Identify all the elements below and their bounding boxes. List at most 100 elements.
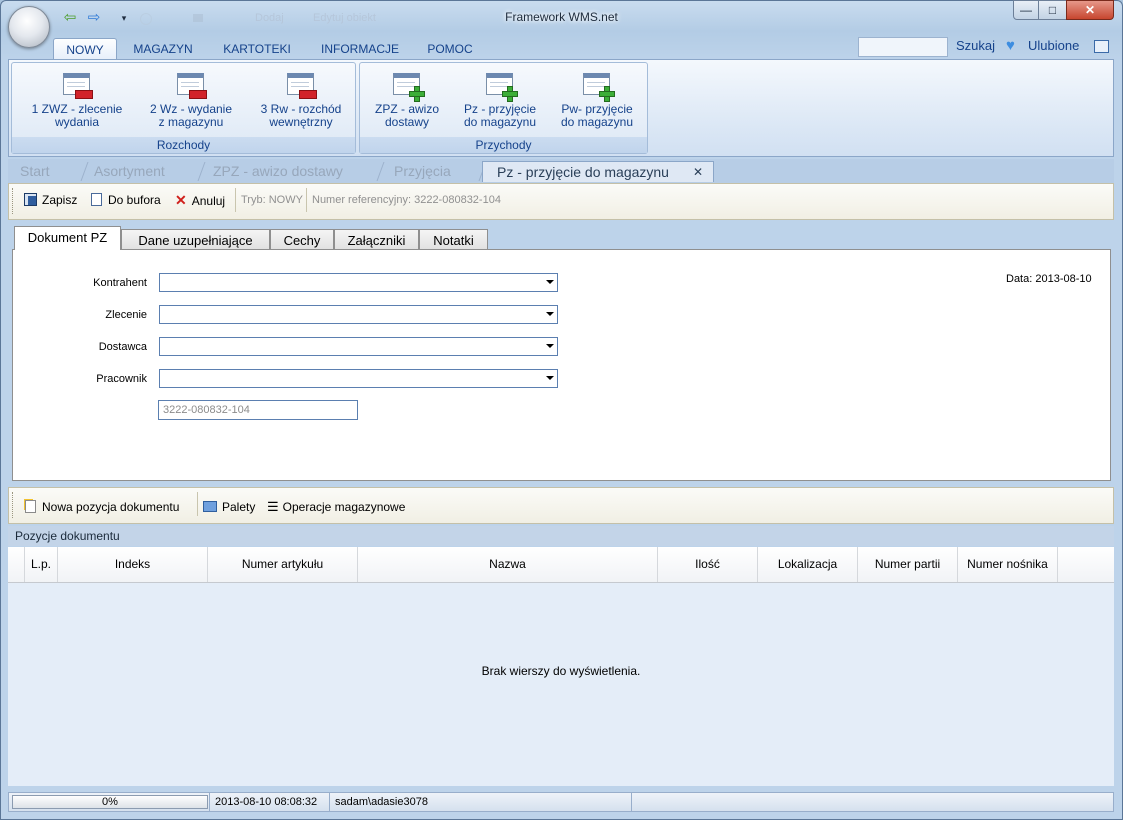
column-header-index[interactable]: Indeks: [58, 547, 208, 582]
positions-toolbar: Nowa pozycja dokumentu Palety ☰ Operacje …: [8, 487, 1114, 524]
group-title: Rozchody: [12, 137, 355, 153]
grid-title: Pozycje dokumentu: [8, 526, 1114, 546]
close-button[interactable]: ✕: [1066, 0, 1114, 20]
reference-number-label: Numer referencyjny: 3222-080832-104: [312, 194, 501, 206]
search-input[interactable]: [858, 37, 948, 57]
save-button[interactable]: Zapisz: [24, 190, 77, 210]
calendar-remove-icon: [61, 71, 93, 99]
floppy-disk-icon: [24, 193, 37, 206]
ribbon-group-przychody: ZPZ - awizo dostawy Pz - przyjęcie do ma…: [359, 62, 648, 154]
cancel-x-icon: ✕: [175, 192, 187, 208]
cancel-label: Anuluj: [191, 194, 226, 208]
toolbar-grip: [12, 492, 16, 518]
pw-receipt-button[interactable]: Pw- przyjęcie do magazynu: [550, 71, 644, 129]
tab-magazyn[interactable]: MAGAZYN: [125, 38, 201, 60]
rw-internal-issue-button[interactable]: 3 Rw - rozchód wewnętrzny: [248, 71, 354, 129]
title-bar: ⇦ ⇨ ▾ Dodaj Edytuj obiekt Framework WMS.…: [0, 0, 1123, 48]
calendar-add-icon: [484, 71, 518, 102]
chevron-down-icon: [546, 344, 554, 348]
status-datetime: 2013-08-10 08:08:32: [209, 793, 329, 811]
layout-icon[interactable]: [1094, 40, 1109, 53]
folder-icon: [203, 501, 217, 512]
button-label-line1: 3 Rw - rozchód: [260, 102, 342, 116]
tab-dokument-pz[interactable]: Dokument PZ: [14, 226, 121, 250]
zpz-advice-button[interactable]: ZPZ - awizo dostawy: [364, 71, 450, 129]
toolbar-separator: [306, 188, 307, 212]
column-header-lp[interactable]: L.p.: [25, 547, 58, 582]
cancel-button[interactable]: ✕ Anuluj: [175, 190, 225, 210]
document-icon: [91, 193, 102, 206]
order-label: Zlecenie: [105, 309, 147, 321]
tab-nowy[interactable]: NOWY: [53, 38, 117, 61]
warehouse-operations-label: Operacje magazynowe: [282, 500, 406, 514]
grid-header: L.p. Indeks Numer artykułu Nazwa Ilość L…: [8, 547, 1114, 583]
tab-pz-receipt[interactable]: Pz - przyjęcie do magazynu ✕: [482, 161, 714, 182]
button-label-line2: do magazynu: [560, 115, 634, 129]
wz-issue-button[interactable]: 2 Wz - wydanie z magazynu: [138, 71, 244, 129]
tab-separator: [376, 162, 385, 181]
tab-start[interactable]: Start: [20, 161, 50, 182]
calendar-remove-icon: [175, 71, 207, 99]
chevron-down-icon: [546, 280, 554, 284]
button-label-line2: dostawy: [384, 115, 430, 129]
maximize-button[interactable]: □: [1038, 0, 1067, 20]
tab-label: Pz - przyjęcie do magazynu: [497, 164, 669, 180]
status-user: sadam\adasie3078: [329, 793, 631, 811]
document-date: Data: 2013-08-10: [1006, 273, 1092, 285]
search-button[interactable]: Szukaj: [956, 38, 995, 53]
button-label-line2: wydania: [54, 115, 100, 129]
order-combobox[interactable]: [159, 305, 558, 324]
warehouse-operations-button[interactable]: ☰ Operacje magazynowe: [267, 497, 405, 517]
tab-zpz-advice[interactable]: ZPZ - awizo dostawy: [213, 161, 343, 182]
column-header-article-number[interactable]: Numer artykułu: [208, 547, 358, 582]
new-document-icon: [25, 500, 36, 513]
tab-asortyment[interactable]: Asortyment: [94, 161, 165, 182]
new-position-button[interactable]: Nowa pozycja dokumentu: [25, 497, 179, 517]
close-tab-icon[interactable]: ✕: [693, 162, 703, 183]
to-buffer-button[interactable]: Do bufora: [91, 190, 161, 210]
pz-receipt-button[interactable]: Pz - przyjęcie do magazynu: [454, 71, 546, 129]
column-header-batch-number[interactable]: Numer partii: [858, 547, 958, 582]
contractor-combobox[interactable]: [159, 273, 558, 292]
employee-combobox[interactable]: [159, 369, 558, 388]
empty-grid-message: Brak wierszy do wyświetlenia.: [481, 664, 641, 678]
progress-text: 0%: [102, 796, 118, 808]
tab-informacje[interactable]: INFORMACJE: [313, 38, 407, 60]
tab-cechy[interactable]: Cechy: [270, 229, 334, 250]
button-label-line2: do magazynu: [463, 115, 537, 129]
supplier-combobox[interactable]: [159, 337, 558, 356]
ribbon-panel: 1 ZWZ - zlecenie wydania 2 Wz - wydanie …: [8, 59, 1114, 157]
grid-body[interactable]: [8, 583, 1114, 786]
button-label-line2: wewnętrzny: [269, 115, 333, 129]
favorites-button[interactable]: Ulubione: [1028, 38, 1079, 53]
zwz-order-button[interactable]: 1 ZWZ - zlecenie wydania: [16, 71, 138, 129]
column-header-location[interactable]: Lokalizacja: [758, 547, 858, 582]
document-toolbar: Zapisz Do bufora ✕ Anuluj Tryb: NOWY Nume…: [8, 183, 1114, 220]
progress-bar: 0%: [12, 795, 208, 809]
column-header-quantity[interactable]: Ilość: [658, 547, 758, 582]
window-title: Framework WMS.net: [505, 10, 618, 24]
tab-kartoteki[interactable]: KARTOTEKI: [215, 38, 299, 60]
chevron-down-icon: [546, 376, 554, 380]
tab-dane-uzupelniajace[interactable]: Dane uzupełniające: [121, 229, 270, 250]
tab-zalaczniki[interactable]: Załączniki: [334, 229, 419, 250]
column-header-name[interactable]: Nazwa: [358, 547, 658, 582]
button-label-line1: Pz - przyjęcie: [463, 102, 537, 116]
to-buffer-label: Do bufora: [108, 193, 161, 207]
tab-notatki[interactable]: Notatki: [419, 229, 488, 250]
tab-separator: [197, 162, 206, 181]
tab-przyjecia[interactable]: Przyjęcia: [394, 161, 451, 182]
minimize-button[interactable]: —: [1013, 0, 1039, 20]
pallets-label: Palety: [222, 500, 256, 514]
employee-label: Pracownik: [96, 373, 147, 385]
button-label-line1: ZPZ - awizo: [374, 102, 439, 116]
toolbar-separator: [197, 492, 198, 516]
tab-pomoc[interactable]: POMOC: [419, 38, 481, 60]
button-label-line1: Pw- przyjęcie: [561, 102, 633, 116]
row-indicator-header: [8, 547, 25, 582]
column-header-carrier-number[interactable]: Numer nośnika: [958, 547, 1058, 582]
document-tab-strip: Start Asortyment ZPZ - awizo dostawy Prz…: [8, 159, 1114, 183]
reference-number-field[interactable]: 3222-080832-104: [158, 400, 358, 420]
button-label-line1: 2 Wz - wydanie: [149, 102, 233, 116]
pallets-button[interactable]: Palety: [203, 497, 255, 517]
